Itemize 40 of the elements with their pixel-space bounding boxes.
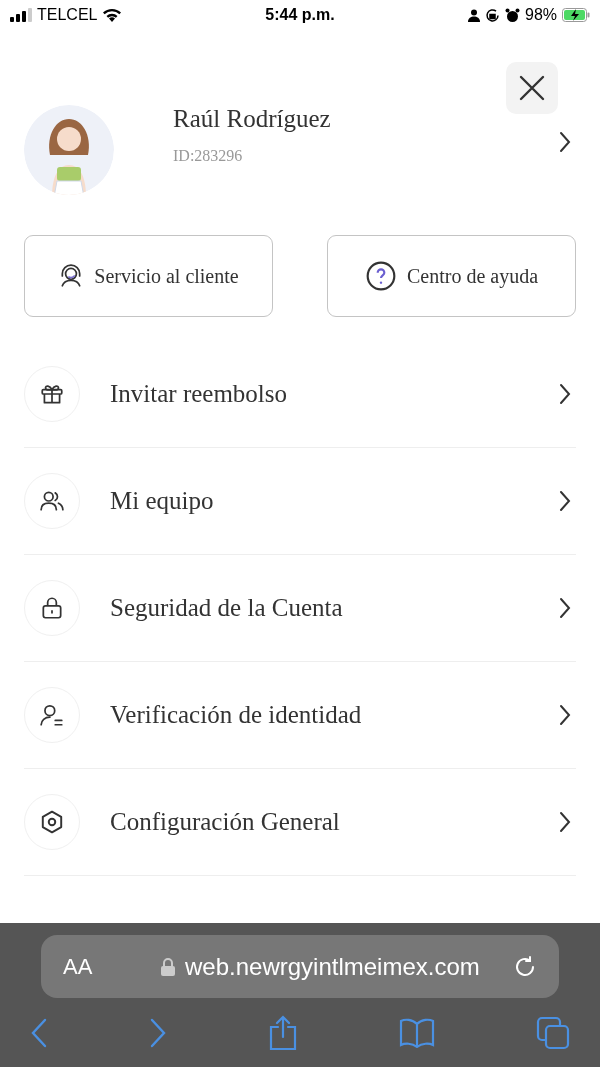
book-icon[interactable] (399, 1017, 435, 1048)
signal-icon (10, 8, 32, 22)
chevron-right-icon (559, 704, 571, 726)
chevron-right-icon (559, 383, 571, 405)
settings-icon (39, 809, 65, 835)
chevron-right-icon (559, 811, 571, 833)
chevron-right-icon (559, 131, 571, 153)
user-name: Raúl Rodríguez (173, 105, 331, 133)
help-center-button[interactable]: Centro de ayuda (327, 235, 576, 317)
rotation-lock-icon (485, 7, 500, 23)
chevron-right-icon (559, 597, 571, 619)
address-bar[interactable]: AA web.newrgyintlmeimex.com (41, 935, 559, 998)
alarm-icon (505, 7, 520, 23)
share-icon[interactable] (268, 1014, 298, 1051)
wifi-icon (102, 8, 123, 22)
battery-charging-icon (562, 8, 590, 22)
tabs-icon[interactable] (536, 1015, 570, 1050)
menu-item[interactable]: Configuración General (24, 769, 576, 876)
carrier-name: TELCEL (37, 6, 98, 24)
text-size-button[interactable]: AA (63, 953, 153, 980)
user-id: ID:283296 (173, 147, 244, 165)
chevron-right-icon (559, 490, 571, 512)
clock-time: 5:44 p.m. (265, 6, 335, 24)
menu-item[interactable]: Mi equipo (24, 448, 576, 555)
close-button[interactable] (506, 62, 558, 114)
person-icon (39, 702, 65, 728)
lock-icon (39, 595, 65, 621)
lock-icon (161, 957, 175, 976)
close-icon (519, 75, 545, 101)
menu-item[interactable]: Verificación de identidad (24, 662, 576, 769)
menu-item[interactable]: Invitar reembolso (24, 341, 576, 448)
menu-item[interactable]: Seguridad de la Cuenta (24, 555, 576, 662)
reload-icon[interactable] (513, 954, 537, 979)
forward-icon[interactable] (149, 1017, 167, 1048)
back-icon[interactable] (30, 1017, 48, 1048)
customer-service-button[interactable]: Servicio al cliente (24, 235, 273, 317)
battery-percent: 98% (525, 6, 557, 24)
person-icon (468, 8, 480, 22)
help-icon (364, 260, 397, 292)
url-text: web.newrgyintlmeimex.com (185, 952, 480, 981)
